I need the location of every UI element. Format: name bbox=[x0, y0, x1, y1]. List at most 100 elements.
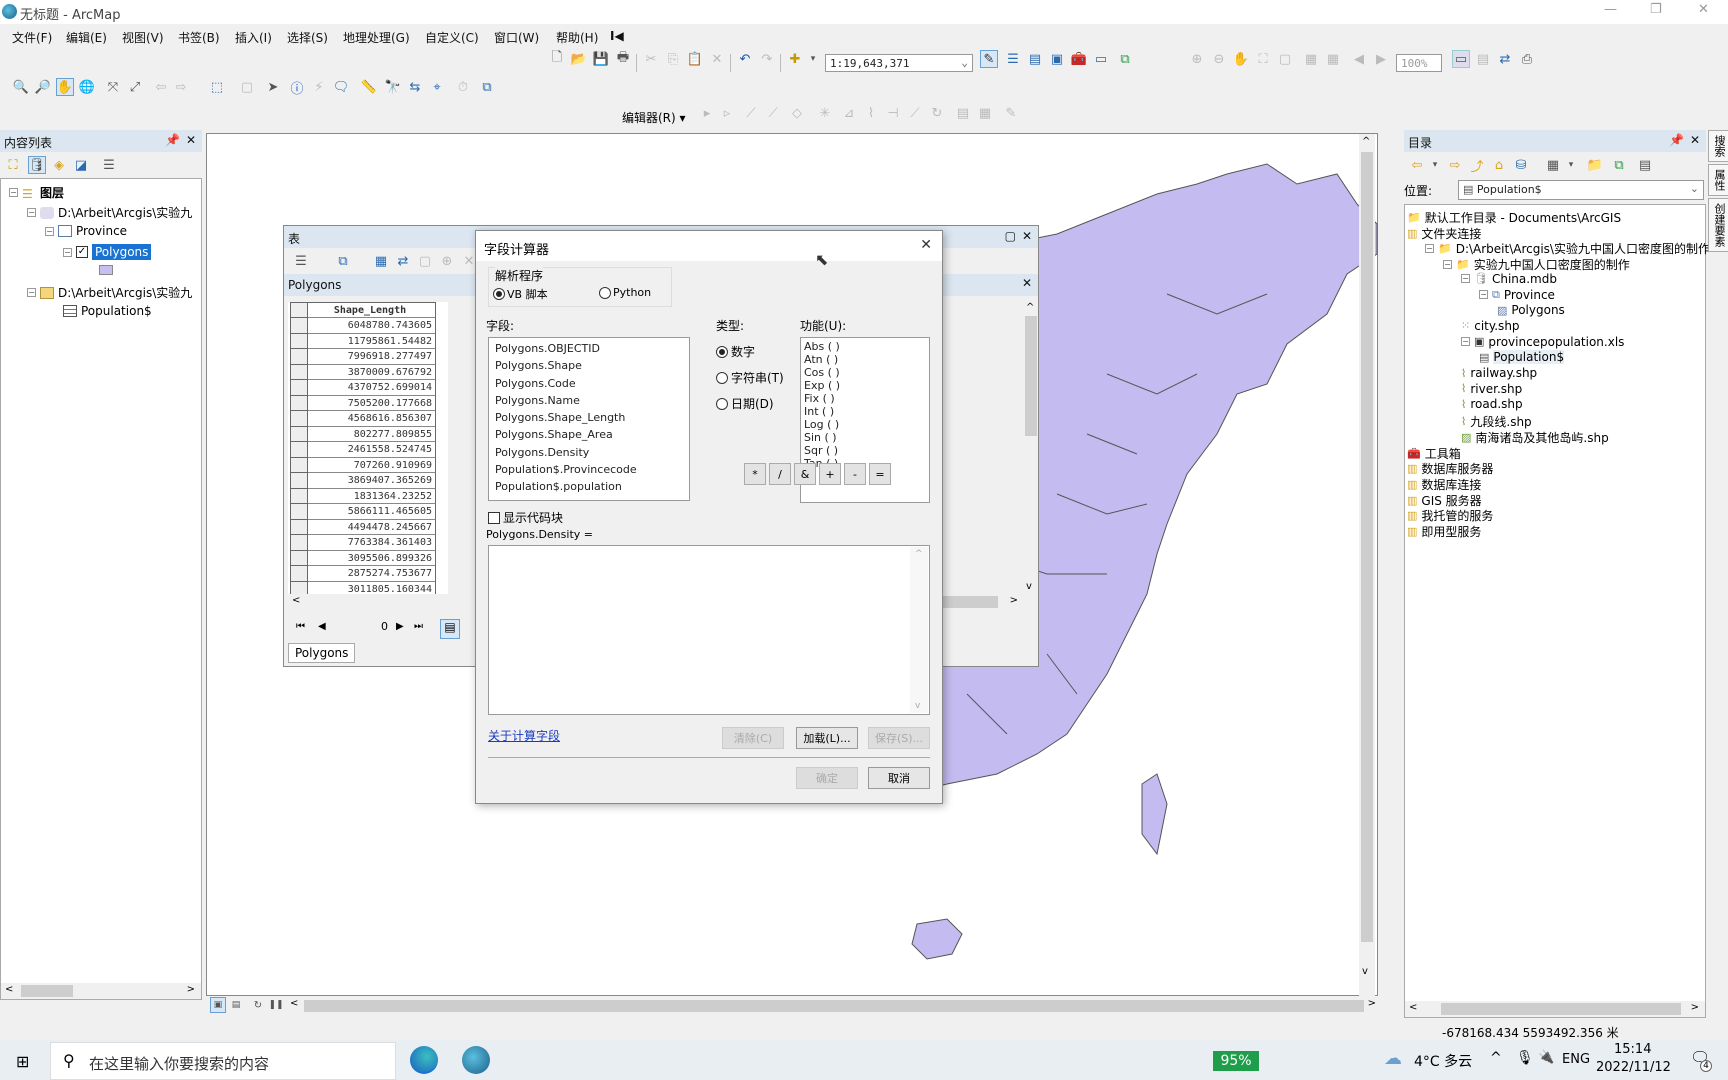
zoom-out-icon[interactable]: 🔎 bbox=[34, 78, 52, 96]
row-selector[interactable] bbox=[290, 364, 308, 380]
cell-shape-length[interactable]: 802277.809855 bbox=[308, 426, 436, 442]
save-button[interactable]: 保存(S)... bbox=[868, 727, 930, 749]
side-tab-create-features[interactable]: 创建要素 bbox=[1708, 198, 1728, 252]
arcmap-taskbar-icon[interactable] bbox=[462, 1046, 490, 1074]
catalog-pin-icon[interactable]: 📌 bbox=[1669, 133, 1684, 147]
row-selector[interactable] bbox=[290, 566, 308, 582]
row-selector[interactable] bbox=[290, 504, 308, 520]
type-date-radio[interactable]: 日期(D) bbox=[716, 395, 774, 412]
attributes-icon[interactable]: ▤ bbox=[954, 104, 972, 122]
catalog-window-icon[interactable]: ▤ bbox=[1026, 50, 1044, 68]
field-list-item[interactable]: Polygons.Shape_Length bbox=[489, 409, 689, 426]
layout-forward-icon[interactable]: ▶ bbox=[1372, 50, 1390, 68]
fields-listbox[interactable]: Polygons.OBJECTID Polygons.Shape Polygons.… bbox=[488, 337, 690, 501]
collapse-icon[interactable]: − bbox=[1461, 274, 1470, 284]
python-window-icon[interactable]: ▭ bbox=[1092, 50, 1110, 68]
catalog-item[interactable]: 🧰 工具箱 bbox=[1407, 445, 1461, 462]
new-document-icon[interactable]: 🗋 bbox=[548, 50, 566, 68]
open-folder-icon[interactable]: 📂 bbox=[570, 50, 588, 68]
cell-shape-length[interactable]: 4568616.856307 bbox=[308, 411, 436, 427]
measure-icon[interactable]: 📏 bbox=[360, 78, 378, 96]
catalog-item[interactable]: ▥ 数据库连接 bbox=[1407, 476, 1481, 493]
table-row[interactable]: 7505200.177668 bbox=[290, 395, 436, 411]
show-all-records-icon[interactable]: ▤ bbox=[440, 619, 460, 639]
clock-date[interactable]: 2022/11/12 bbox=[1596, 1060, 1671, 1075]
pin-icon[interactable]: 📌 bbox=[165, 133, 180, 147]
close-window-button[interactable]: ✕ bbox=[1698, 2, 1709, 17]
toc-options-icon[interactable]: ☰ bbox=[100, 156, 118, 174]
go-to-xy-icon[interactable]: ⌖ bbox=[428, 78, 446, 96]
home-icon[interactable]: ⌂ bbox=[1490, 156, 1508, 174]
power-icon[interactable]: 🔌 bbox=[1538, 1050, 1554, 1065]
full-extent-icon[interactable]: 🌐 bbox=[78, 78, 96, 96]
list-by-drawing-order-icon[interactable]: ⛶ bbox=[4, 156, 22, 174]
first-record-icon[interactable]: ⏮ bbox=[296, 621, 305, 632]
connect-folder-icon[interactable]: ⛁ bbox=[1512, 156, 1530, 174]
arctoolbox-icon[interactable]: 🧰 bbox=[1070, 50, 1088, 68]
up-one-level-icon[interactable]: ⤴ bbox=[1468, 156, 1486, 175]
list-by-selection-icon[interactable]: ◪ bbox=[72, 156, 90, 174]
toc-item-polygons[interactable]: − ✓ Polygons bbox=[63, 244, 152, 260]
list-by-source-icon[interactable]: 🛢 bbox=[28, 156, 46, 174]
reshape-icon[interactable]: ⌇ bbox=[862, 104, 880, 122]
related-tables-icon[interactable]: ⧉ bbox=[334, 252, 352, 270]
paste-icon[interactable]: 📋 bbox=[686, 50, 704, 68]
catalog-item[interactable]: ⌇ river.shp bbox=[1461, 382, 1522, 396]
catalog-item[interactable]: ⌇ railway.shp bbox=[1461, 366, 1537, 380]
cell-shape-length[interactable]: 2875274.753677 bbox=[308, 566, 436, 582]
catalog-item[interactable]: ▥ 我托管的服务 bbox=[1407, 507, 1493, 524]
catalog-item[interactable]: − ⧉ Province bbox=[1479, 288, 1555, 302]
menu-view[interactable]: 视图(V) bbox=[122, 29, 164, 46]
taskbar-search-box[interactable]: ⚲ 在这里输入你要搜索的内容 bbox=[50, 1042, 396, 1080]
function-list-item[interactable]: Exp ( ) bbox=[801, 379, 929, 392]
row-selector[interactable] bbox=[290, 426, 308, 442]
collapse-icon[interactable]: − bbox=[1461, 337, 1470, 347]
ok-button[interactable]: 确定 bbox=[796, 767, 858, 789]
find-icon[interactable]: 🔭 bbox=[384, 78, 402, 96]
catalog-item[interactable]: ▨ Polygons bbox=[1497, 303, 1565, 317]
fixed-zoom-in-icon[interactable]: ⤧ bbox=[104, 78, 122, 96]
cell-shape-length[interactable]: 707260.910969 bbox=[308, 457, 436, 473]
table-row[interactable]: 3870009.676792 bbox=[290, 364, 436, 380]
table-row[interactable]: 11795861.54482 bbox=[290, 333, 436, 349]
select-elements-icon[interactable]: ➤ bbox=[264, 78, 282, 96]
time-slider-icon[interactable]: ⏱ bbox=[454, 78, 472, 96]
cell-shape-length[interactable]: 7505200.177668 bbox=[308, 395, 436, 411]
row-selector[interactable] bbox=[290, 395, 308, 411]
weather-text[interactable]: 4°C 多云 bbox=[1414, 1051, 1472, 1071]
parser-python-radio[interactable]: Python bbox=[599, 286, 651, 299]
cell-shape-length[interactable]: 11795861.54482 bbox=[308, 333, 436, 349]
save-icon[interactable]: 💾 bbox=[592, 50, 610, 68]
table-maximize-icon[interactable]: ▢ bbox=[1005, 229, 1016, 243]
expression-scrollbar[interactable]: ^ v bbox=[910, 547, 928, 713]
row-selector[interactable] bbox=[290, 488, 308, 504]
cell-shape-length[interactable]: 4370752.699014 bbox=[308, 380, 436, 396]
table-row[interactable]: 3869407.365269 bbox=[290, 473, 436, 489]
table-row[interactable]: 4494478.245667 bbox=[290, 519, 436, 535]
split-icon[interactable]: ⟋ bbox=[906, 104, 924, 122]
scroll-right-icon[interactable]: > bbox=[1368, 998, 1376, 1009]
minimize-button[interactable]: — bbox=[1604, 2, 1617, 17]
table-row[interactable]: 7996918.277497 bbox=[290, 349, 436, 365]
sketch-properties-icon[interactable]: ▦ bbox=[976, 104, 994, 122]
catalog-item[interactable]: ▥ GIS 服务器 bbox=[1407, 492, 1482, 509]
record-index-field[interactable]: 0 bbox=[336, 620, 388, 638]
row-selector[interactable] bbox=[290, 380, 308, 396]
cell-shape-length[interactable]: 3869407.365269 bbox=[308, 473, 436, 489]
catalog-tree-icon[interactable]: ▤ bbox=[1636, 156, 1654, 174]
focus-data-frame-icon[interactable]: ▤ bbox=[1474, 50, 1492, 68]
zoom-to-selected-icon[interactable]: ⊕ bbox=[438, 252, 456, 270]
fixed-zoom-out-icon[interactable]: ⤢ bbox=[126, 78, 144, 96]
table-row[interactable]: 7763384.361403 bbox=[290, 535, 436, 551]
layout-fixed-zoom-in-icon[interactable]: ▦ bbox=[1302, 50, 1320, 68]
row-selector[interactable] bbox=[290, 457, 308, 473]
collapse-icon[interactable]: − bbox=[63, 247, 72, 257]
back-extent-icon[interactable]: ⇦ bbox=[152, 78, 170, 96]
row-selector[interactable] bbox=[290, 535, 308, 551]
previous-record-icon[interactable]: ◀ bbox=[318, 621, 326, 632]
menu-edit[interactable]: 编辑(E) bbox=[66, 29, 107, 46]
layout-zoom-out-icon[interactable]: ⊖ bbox=[1210, 50, 1228, 68]
table-tab-close-icon[interactable]: ✕ bbox=[1022, 276, 1032, 290]
editor-menu[interactable]: 编辑器(R) ▾ bbox=[622, 109, 686, 126]
row-selector[interactable] bbox=[290, 333, 308, 349]
